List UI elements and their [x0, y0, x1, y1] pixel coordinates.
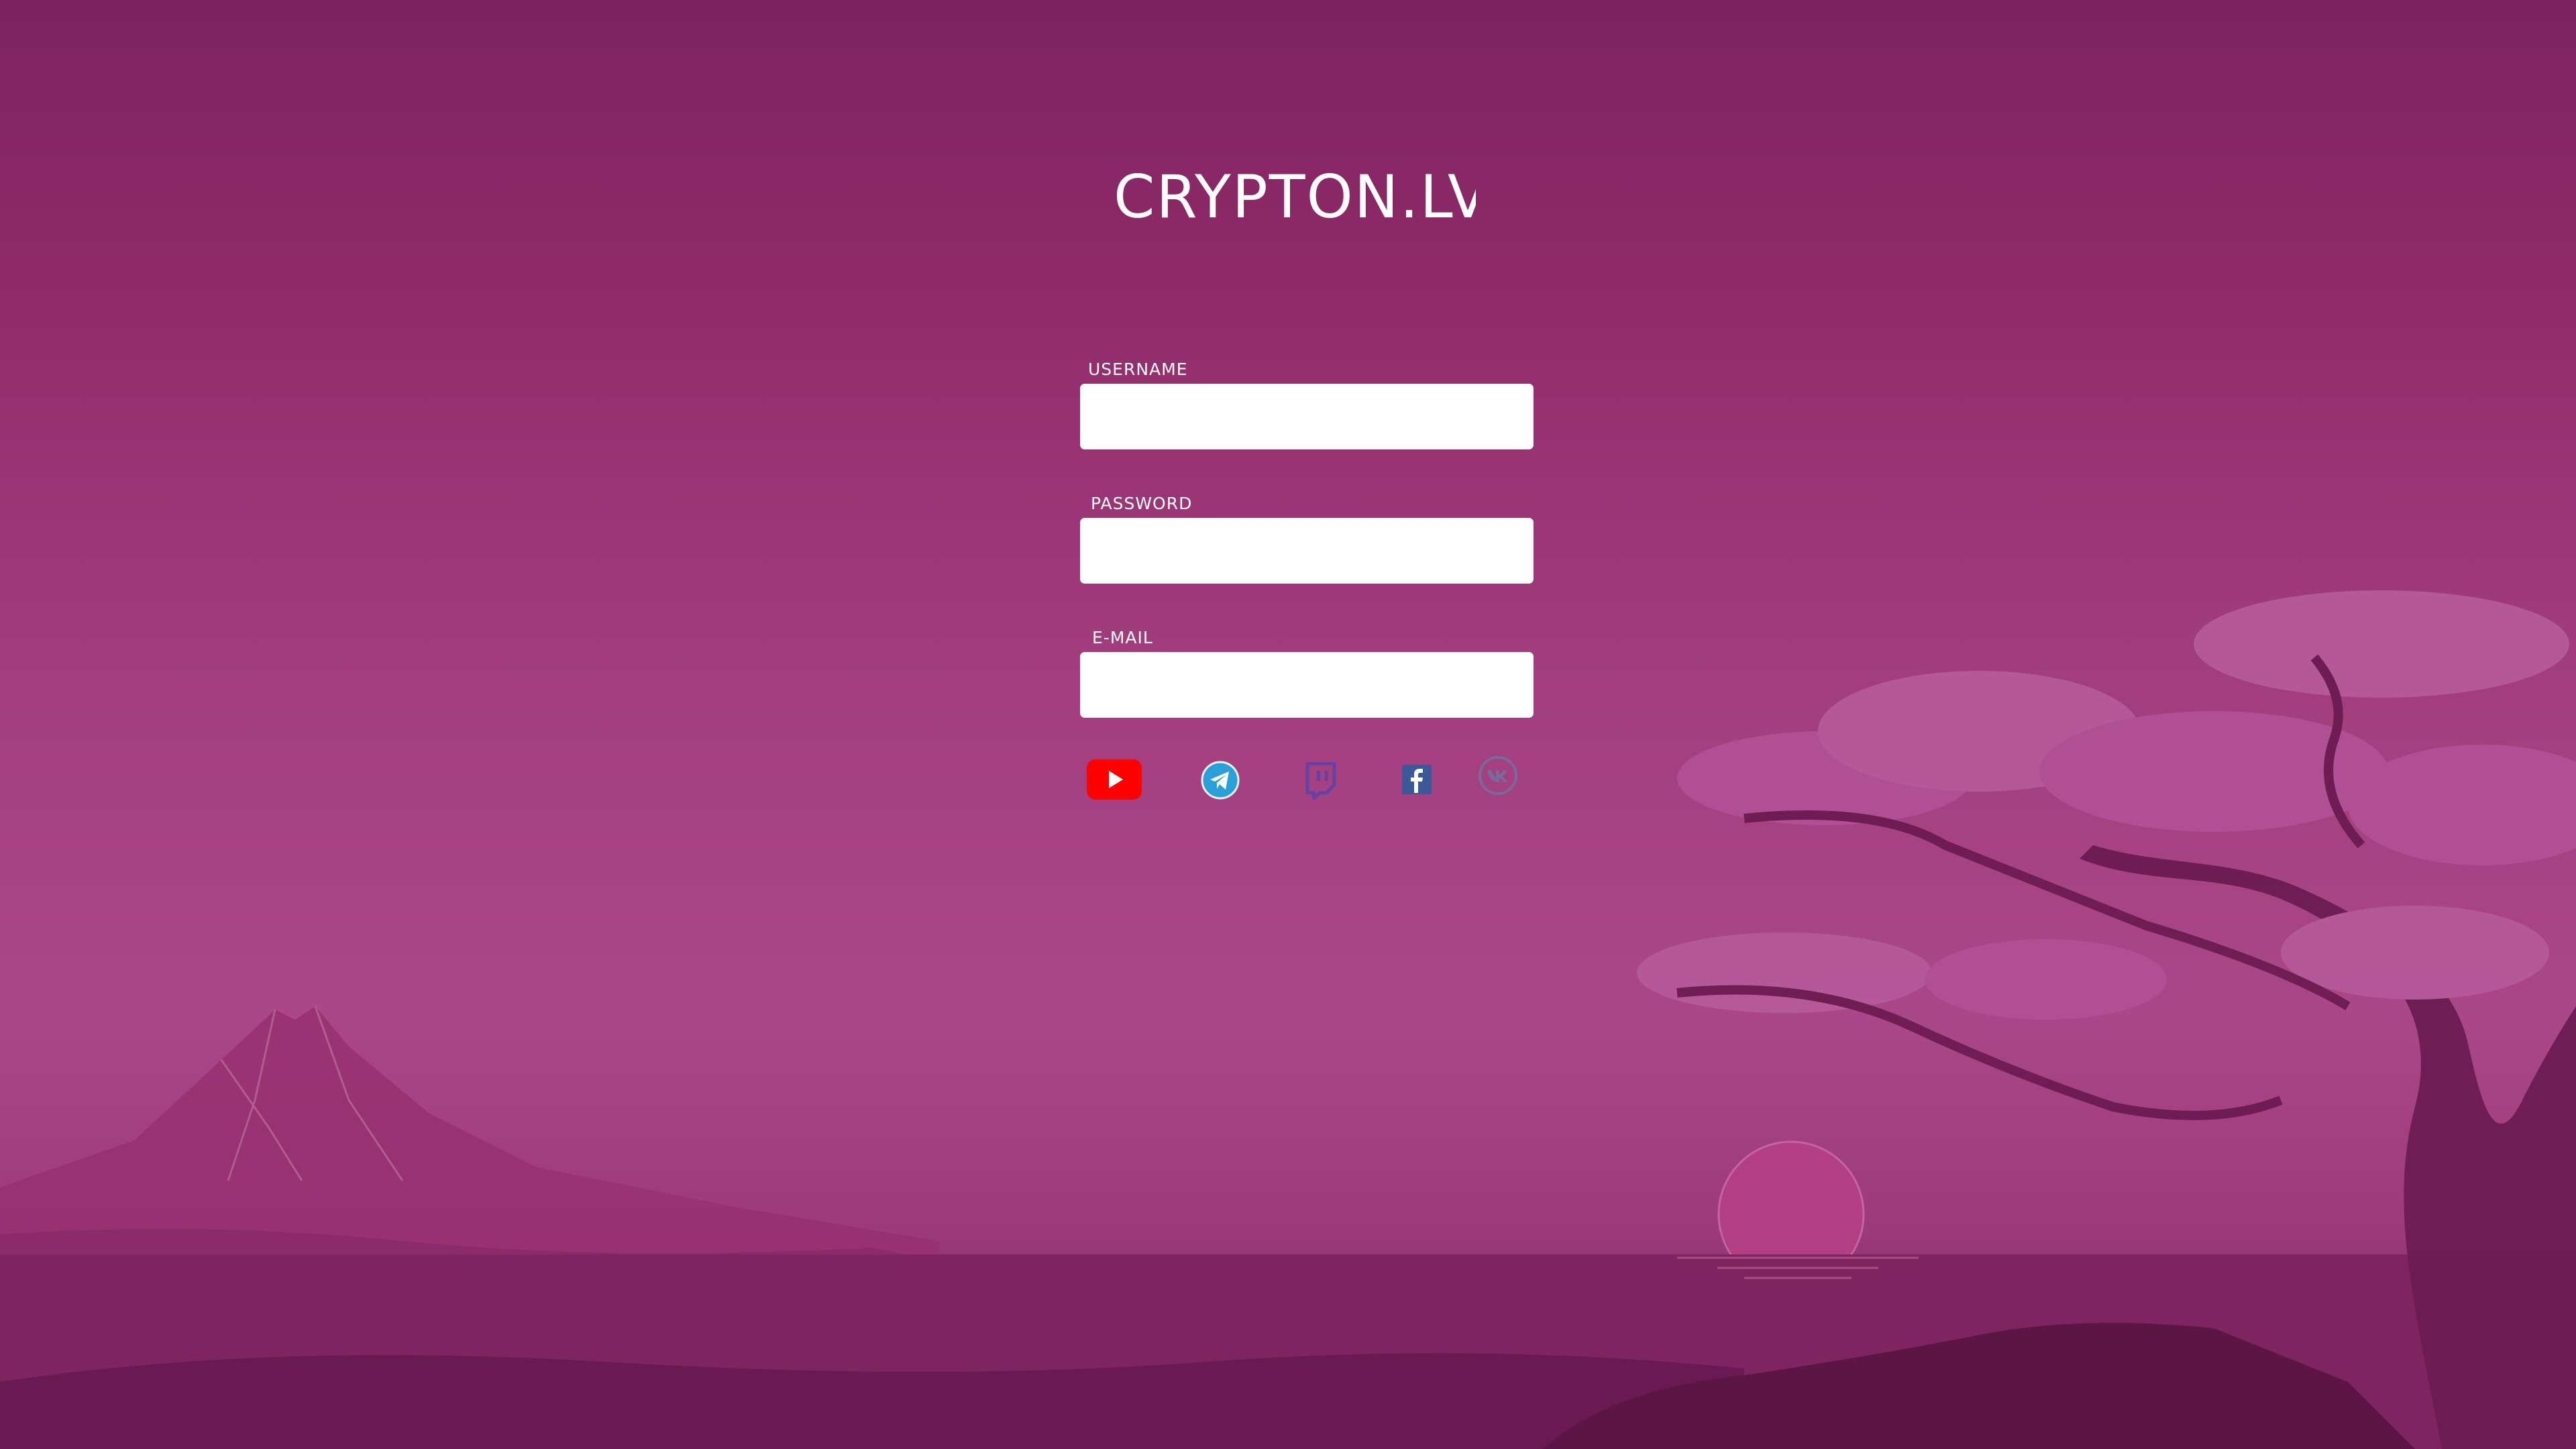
email-input[interactable] [1080, 652, 1534, 718]
twitch-icon[interactable] [1303, 762, 1337, 800]
vk-icon[interactable] [1477, 755, 1519, 796]
username-label: USERNAME [1088, 360, 1188, 379]
youtube-icon[interactable] [1087, 759, 1142, 800]
telegram-icon[interactable] [1201, 761, 1240, 800]
facebook-icon[interactable] [1402, 765, 1432, 794]
password-label: PASSWORD [1091, 494, 1193, 513]
brand-logo-text: CRYPTON.LV [1114, 169, 1476, 225]
email-field-group: E-MAIL [1080, 624, 1534, 758]
username-input[interactable] [1080, 384, 1534, 449]
email-label: E-MAIL [1092, 628, 1153, 647]
username-field-group: USERNAME [1080, 356, 1534, 490]
brand-logo: CRYPTON.LV [1114, 169, 1476, 225]
social-links [1080, 751, 1534, 805]
password-field-group: PASSWORD [1080, 490, 1534, 624]
password-input[interactable] [1080, 518, 1534, 584]
login-form: USERNAME PASSWORD E-MAIL [1080, 356, 1534, 758]
